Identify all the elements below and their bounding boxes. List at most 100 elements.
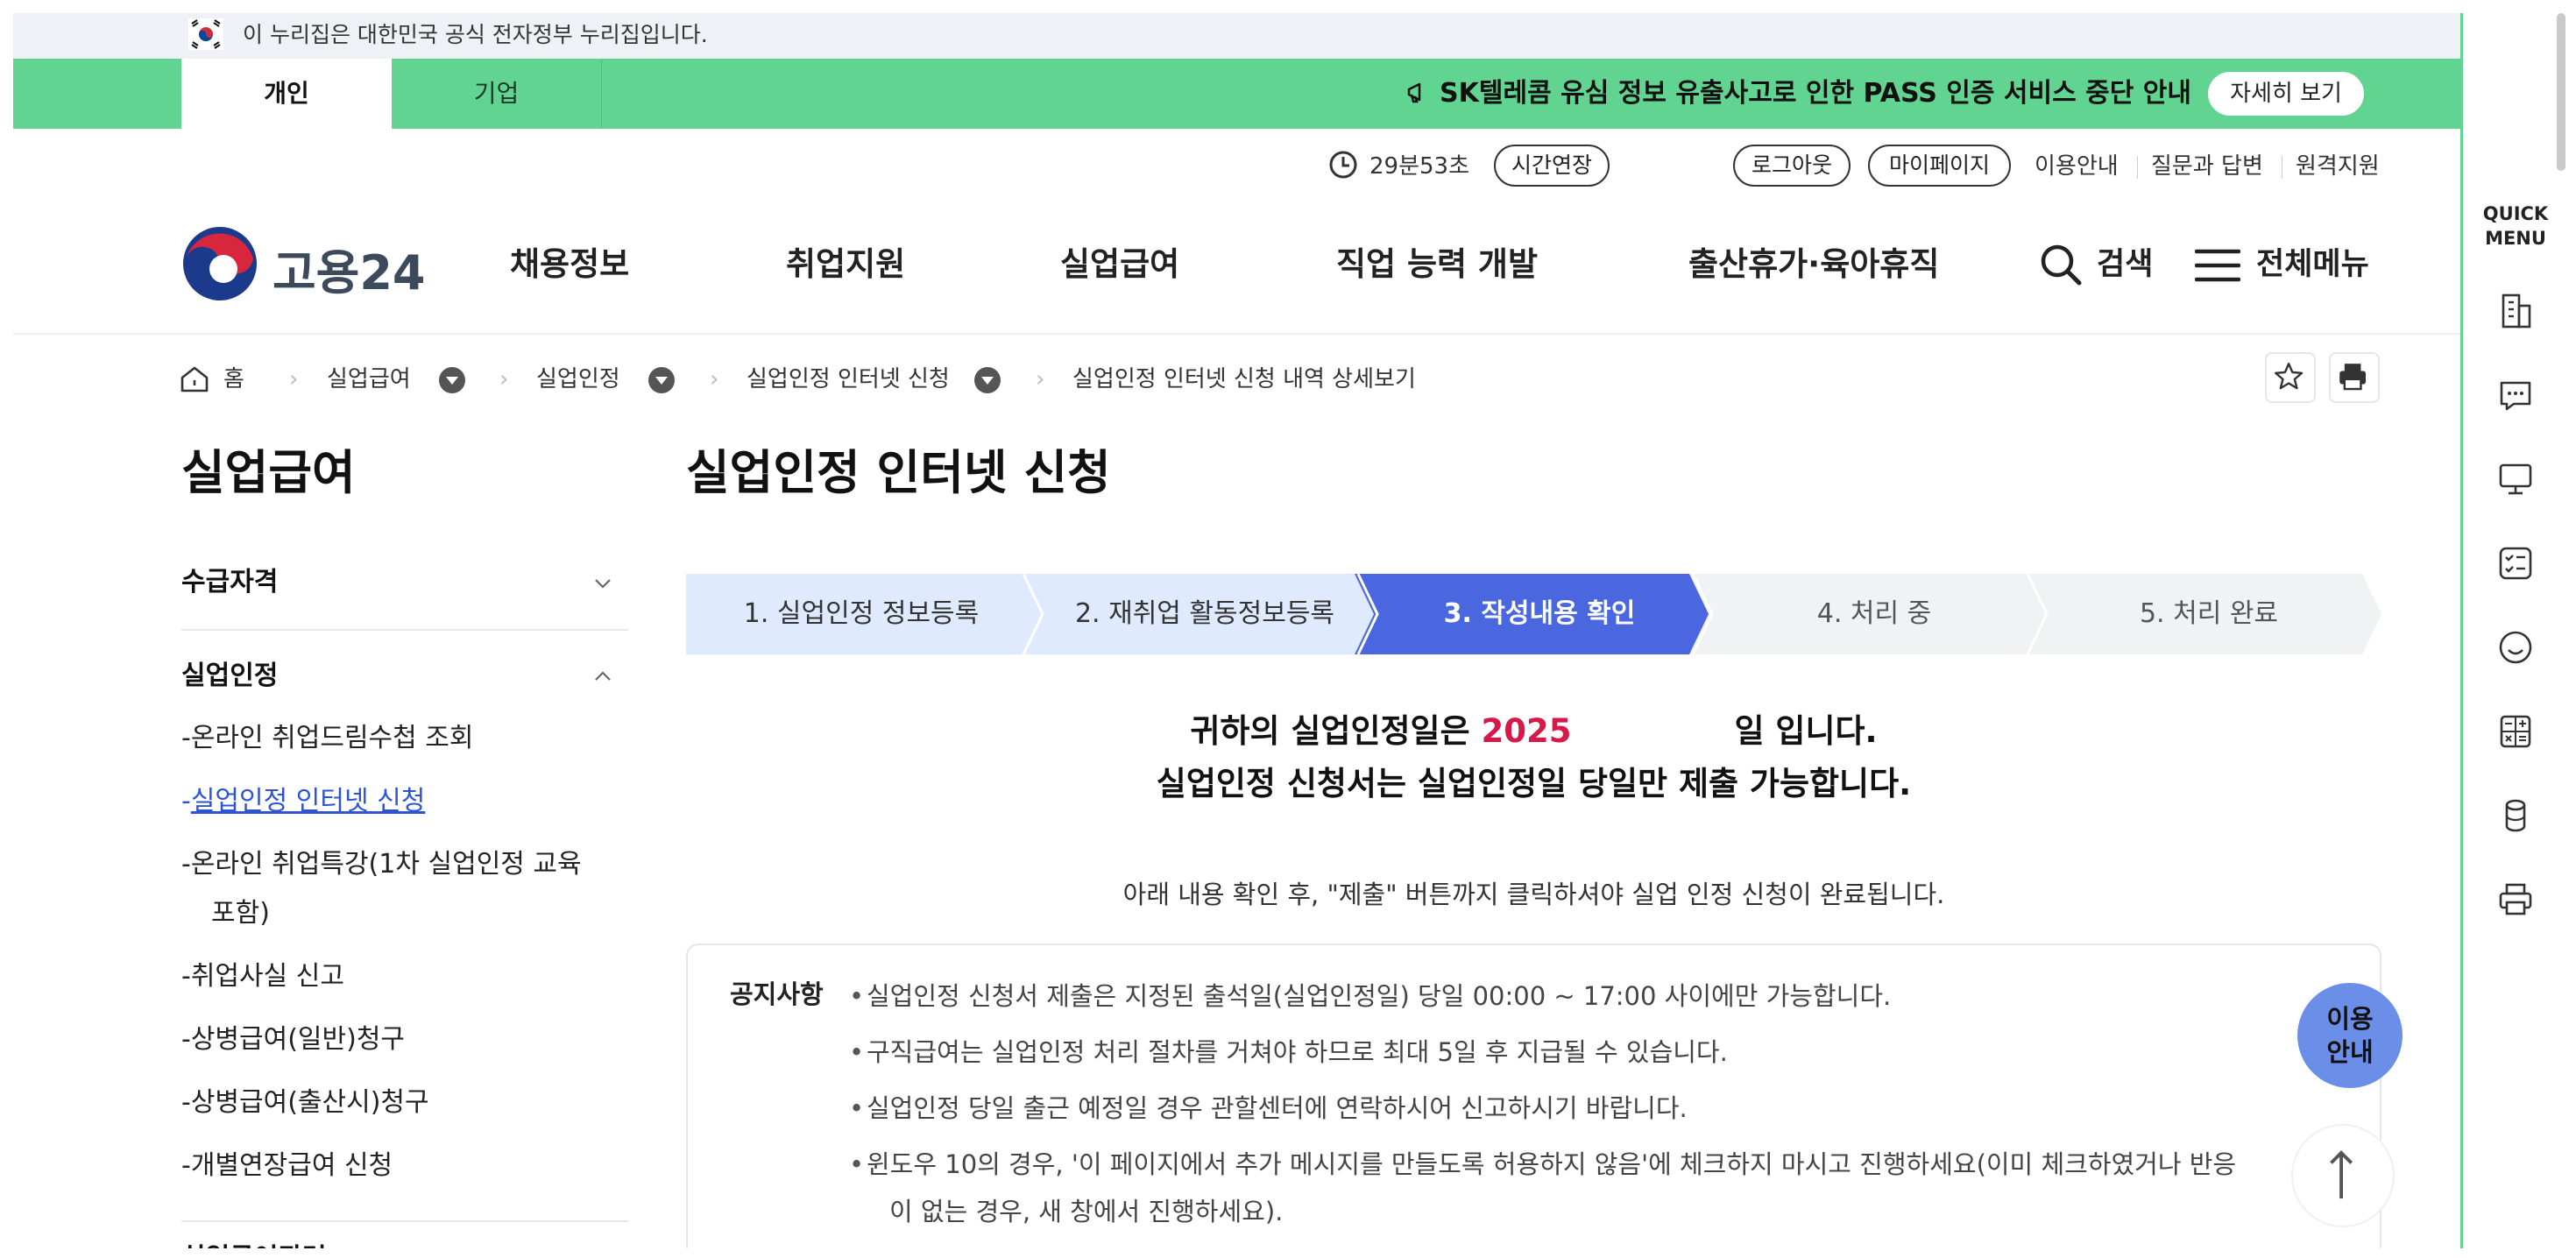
logout-button[interactable]: 로그아웃 <box>1733 145 1851 187</box>
page-title: 실업인정 인터넷 신청 <box>686 445 1111 500</box>
link-remote-support[interactable]: 원격지원 <box>2296 145 2380 188</box>
printer-icon <box>2339 364 2367 391</box>
submission-rule-message: 실업인정 신청서는 실업인정일 당일만 제출 가능합니다. <box>1156 765 1912 802</box>
chevron-right-icon: › <box>289 366 299 392</box>
gnb-unemployment-benefit[interactable]: 실업급여 <box>1060 234 1179 295</box>
printer-icon[interactable] <box>2496 880 2535 919</box>
sidebar-group-eligibility[interactable]: 수급자격 <box>181 556 278 609</box>
session-timer: 29분53초 <box>1369 153 1470 180</box>
notice-item: 윈도우 10의 경우, '이 페이지에서 추가 메시지를 만들도록 허용하지 않… <box>849 1142 2236 1186</box>
browser-viewport: 이 누리집은 대한민국 공식 전자정부 누리집입니다. 개인 기업 SK텔레콤 … <box>13 13 2565 1248</box>
chevron-right-icon: › <box>499 366 509 392</box>
chevron-down-icon[interactable] <box>648 367 675 393</box>
pass-notice[interactable]: SK텔레콤 유심 정보 유출사고로 인한 PASS 인증 서비스 중단 안내 <box>1406 59 2191 129</box>
search-label[interactable]: 검색 <box>2097 234 2153 295</box>
guide-label-line2: 안내 <box>2326 1037 2374 1067</box>
notice-item: 실업인정 신청서 제출은 지정된 출석일(실업인정일) 당일 00:00 ~ 1… <box>849 974 1891 1018</box>
scroll-to-top-button[interactable] <box>2291 1124 2395 1227</box>
sidebar-group-recognition[interactable]: 실업인정 <box>181 650 278 703</box>
recognition-year: 2025 <box>1481 712 1572 750</box>
breadcrumb-unemployment-benefit[interactable]: 실업급여 <box>327 353 411 406</box>
checklist-icon[interactable] <box>2496 544 2535 583</box>
step-4: 4. 처리 중 <box>1816 598 1932 629</box>
gov-banner-text: 이 누리집은 대한민국 공식 전자정부 누리집입니다. <box>243 22 708 47</box>
megaphone-icon <box>1407 82 1421 103</box>
chevron-up-icon[interactable] <box>591 665 614 688</box>
step-2: 2. 재취업 활동정보등록 <box>1074 598 1335 629</box>
notice-item: 실업인정 당일 출근 예정일 경우 관할센터에 연락하시어 신고하시기 바랍니다… <box>849 1086 1688 1130</box>
gnb-employment-support[interactable]: 취업지원 <box>786 234 905 295</box>
korea-flag-icon <box>188 18 223 50</box>
smile-icon[interactable] <box>2496 628 2535 667</box>
favorite-button[interactable] <box>2265 352 2316 403</box>
gnb-parental-leave[interactable]: 출산휴가·육아휴직 <box>1688 234 1939 295</box>
home-icon[interactable] <box>180 365 209 393</box>
sidebar-item-internet-application[interactable]: -실업인정 인터넷 신청 <box>181 777 619 826</box>
chevron-down-icon[interactable] <box>591 572 614 595</box>
breadcrumb-current-page: 실업인정 인터넷 신청 내역 상세보기 <box>1072 366 1416 392</box>
sidebar-title: 실업급여 <box>181 445 356 500</box>
building-icon[interactable] <box>2496 292 2535 330</box>
link-usage-guide[interactable]: 이용안내 <box>2035 145 2119 188</box>
instruction-text: 아래 내용 확인 후, "제출" 버튼까지 클릭하셔야 실업 인정 신청이 완료… <box>1122 880 1945 909</box>
guide-label-line1: 이용 <box>2326 1004 2374 1034</box>
sidebar-item-sickness-birth[interactable]: -상병급여(출산시)청구 <box>181 1078 619 1127</box>
divider <box>2137 156 2138 179</box>
sidebar-item-online-lecture-cont[interactable]: 포함) <box>181 889 619 938</box>
chevron-down-icon[interactable] <box>439 367 465 393</box>
breadcrumb-home[interactable]: 홈 <box>223 353 244 406</box>
quick-menu-title-line1: QUICK <box>2482 203 2549 224</box>
recognition-date-message: 귀하의 실업인정일은 2025 일 입니다. <box>686 705 2381 758</box>
arrow-up-icon <box>2330 1150 2353 1199</box>
header-divider <box>13 333 2460 335</box>
chat-bubble-icon[interactable] <box>2496 376 2535 414</box>
quick-menu-title: QUICK MENU <box>2463 201 2565 251</box>
tab-company[interactable]: 기업 <box>392 59 602 129</box>
chevron-down-icon[interactable] <box>974 367 1001 393</box>
search-icon[interactable] <box>2039 243 2083 286</box>
pass-notice-text: SK텔레콤 유심 정보 유출사고로 인한 PASS 인증 서비스 중단 안내 <box>1440 78 2191 109</box>
sidebar-item-active-label: 실업인정 인터넷 신청 <box>190 786 426 816</box>
sidebar-item-online-lecture[interactable]: -온라인 취업특강(1차 실업인정 교육 <box>181 840 619 889</box>
coin-stack-icon[interactable] <box>2496 796 2535 835</box>
mypage-button[interactable]: 마이페이지 <box>1868 145 2011 187</box>
sidebar-item-dream-notebook[interactable]: -온라인 취업드림수첩 조회 <box>181 714 619 763</box>
gnb-jobs[interactable]: 채용정보 <box>510 234 629 295</box>
step-1: 1. 실업인정 정보등록 <box>743 598 980 629</box>
site-logo[interactable]: 고용24 <box>181 225 426 306</box>
step-5: 5. 처리 완료 <box>2139 598 2279 629</box>
logo-text: 고용24 <box>272 245 426 300</box>
calculator-icon[interactable] <box>2496 712 2535 751</box>
star-icon <box>2275 362 2304 390</box>
notice-label: 공지사항 <box>730 979 824 1009</box>
print-button[interactable] <box>2329 352 2380 403</box>
detail-button[interactable]: 자세히 보기 <box>2208 72 2364 116</box>
monitor-icon[interactable] <box>2496 460 2535 498</box>
sidebar-item-sickness-general[interactable]: -상병급여(일반)청구 <box>181 1015 619 1064</box>
chevron-right-icon: › <box>1036 366 1045 392</box>
breadcrumb-internet-application[interactable]: 실업인정 인터넷 신청 <box>747 353 950 406</box>
all-menu-label[interactable]: 전체메뉴 <box>2256 234 2369 295</box>
message-prefix: 귀하의 실업인정일은 <box>1190 712 1482 750</box>
sidebar-item-extended-benefit[interactable]: -개별연장급여 신청 <box>181 1141 619 1191</box>
logo-mark-icon <box>183 227 257 300</box>
gov-banner: 이 누리집은 대한민국 공식 전자정부 누리집입니다. <box>13 13 2460 59</box>
sidebar-group-related[interactable]: 실업급여관련 <box>181 1233 327 1248</box>
breadcrumb-unemployment-recognition[interactable]: 실업인정 <box>536 353 620 406</box>
usage-guide-floating-button[interactable]: 이용 안내 <box>2297 983 2403 1088</box>
notice-item: 구직급여는 실업인정 처리 절차를 거쳐야 하므로 최대 5일 후 지급될 수 … <box>849 1030 1728 1074</box>
page-scrollbar[interactable] <box>2557 13 2565 171</box>
gnb-skills[interactable]: 직업 능력 개발 <box>1336 234 1538 295</box>
extend-time-button[interactable]: 시간연장 <box>1494 145 1610 187</box>
message-suffix: 일 입니다. <box>1734 712 1878 750</box>
top-notice-bar: 개인 기업 SK텔레콤 유심 정보 유출사고로 인한 PASS 인증 서비스 중… <box>13 59 2460 129</box>
chevron-right-icon: › <box>710 366 719 392</box>
sidebar-item-employment-report[interactable]: -취업사실 신고 <box>181 952 619 1001</box>
quick-menu-title-line2: MENU <box>2485 228 2546 249</box>
step-3-active: 3. 작성내용 확인 <box>1443 598 1636 629</box>
hamburger-menu-icon[interactable] <box>2195 248 2240 283</box>
sidebar-divider <box>181 1220 628 1222</box>
link-qna[interactable]: 질문과 답변 <box>2151 145 2263 188</box>
clock-icon <box>1329 151 1357 179</box>
tab-personal[interactable]: 개인 <box>181 59 392 129</box>
